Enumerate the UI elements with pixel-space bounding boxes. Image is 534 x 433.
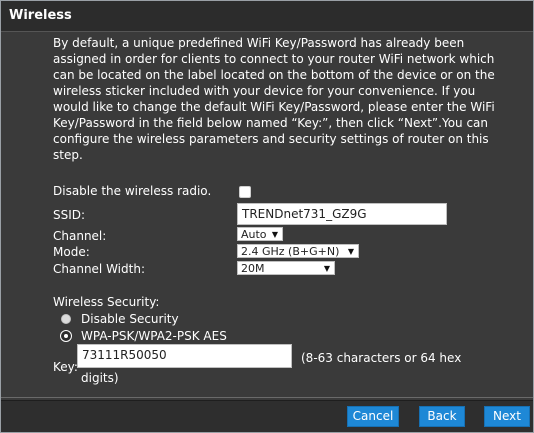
section-header: Wireless: [1, 1, 533, 32]
wireless-security-label: Wireless Security:: [53, 295, 160, 309]
disable-security-label: Disable Security: [81, 312, 179, 326]
intro-paragraph: By default, a unique predefined WiFi Key…: [53, 36, 495, 162]
chevron-down-icon: ▼: [271, 230, 278, 239]
channel-select[interactable]: Auto ▼: [237, 227, 283, 241]
footer-divider: [1, 397, 533, 398]
disable-radio-label: Disable the wireless radio.: [53, 184, 212, 198]
chevron-down-icon: ▼: [347, 247, 354, 256]
wpa-psk-radio[interactable]: [61, 331, 71, 341]
cancel-button[interactable]: Cancel: [347, 406, 399, 427]
mode-select[interactable]: 2.4 GHz (B+G+N) ▼: [237, 244, 359, 258]
key-hint: (8-63 characters or 64 hex: [301, 351, 462, 365]
channel-width-label: Channel Width:: [53, 262, 145, 276]
back-button[interactable]: Back: [419, 406, 465, 427]
key-label: Key:: [53, 360, 78, 374]
next-button[interactable]: Next: [484, 406, 530, 427]
ssid-label: SSID:: [53, 208, 86, 222]
wpa-psk-label: WPA-PSK/WPA2-PSK AES: [81, 329, 227, 343]
key-input[interactable]: 73111R50050: [77, 344, 292, 368]
section-title: Wireless: [9, 8, 72, 23]
chevron-down-icon: ▼: [323, 264, 330, 273]
wizard-frame: Wireless By default, a unique predefined…: [0, 0, 534, 433]
mode-label: Mode:: [53, 245, 90, 259]
channel-width-select[interactable]: 20M ▼: [237, 261, 335, 275]
disable-security-radio[interactable]: [61, 314, 71, 324]
channel-width-value: 20M: [241, 262, 265, 275]
channel-label: Channel:: [53, 229, 107, 243]
mode-value: 2.4 GHz (B+G+N): [241, 245, 340, 258]
ssid-input[interactable]: TRENDnet731_GZ9G: [237, 203, 447, 225]
key-hint-continued: digits): [81, 371, 119, 385]
disable-radio-checkbox[interactable]: [239, 186, 251, 198]
channel-value: Auto: [241, 228, 267, 241]
